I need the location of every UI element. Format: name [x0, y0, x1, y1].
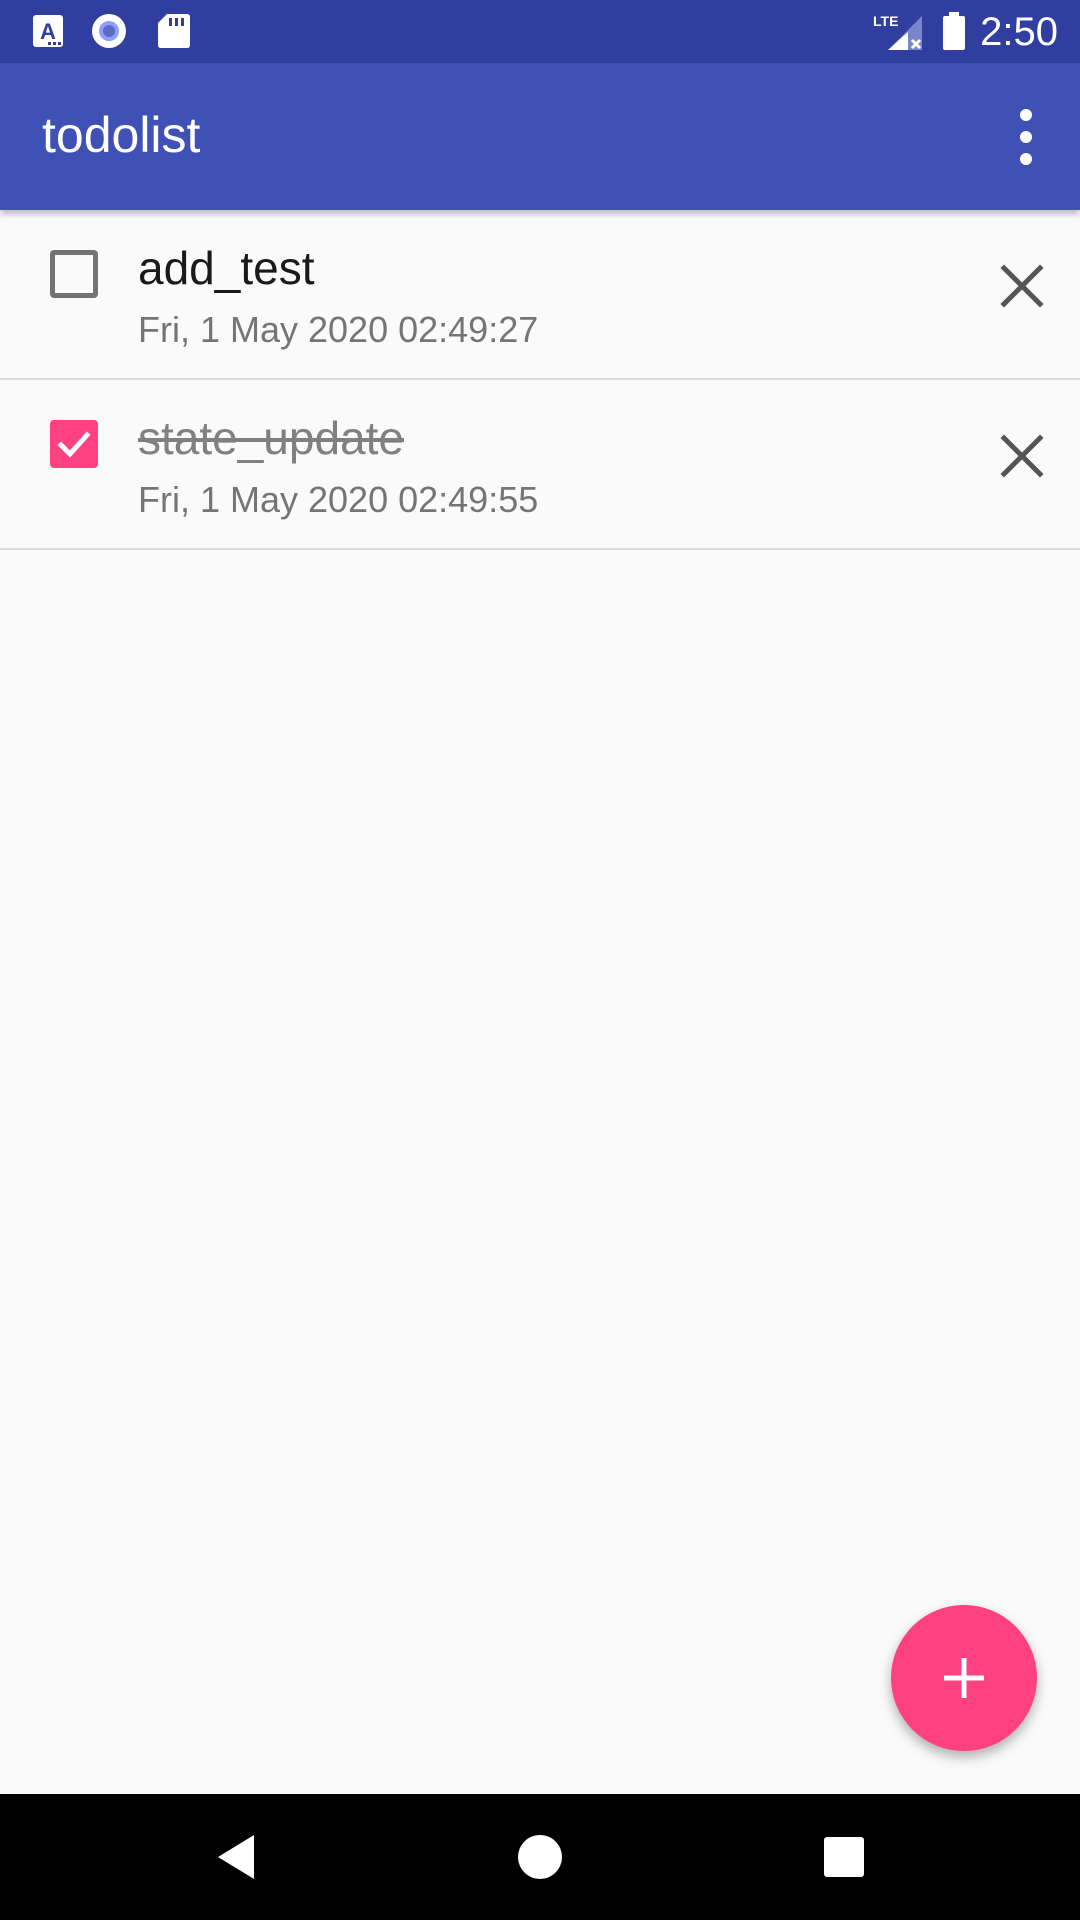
close-icon	[1000, 264, 1044, 308]
battery-icon	[940, 12, 968, 50]
app-bar: todolist	[0, 63, 1080, 210]
recents-button[interactable]	[814, 1827, 874, 1887]
todo-date: Fri, 1 May 2020 02:49:55	[138, 479, 539, 520]
plus-icon	[944, 1658, 984, 1698]
delete-button[interactable]	[986, 250, 1058, 322]
signal-icon: LTE	[872, 12, 924, 50]
recents-icon	[824, 1837, 864, 1877]
todo-checkbox[interactable]	[50, 250, 98, 298]
overflow-menu-button[interactable]	[986, 89, 1066, 185]
screen: A LTE 2:50 todolist add_test Fri, 1 May …	[0, 0, 1080, 1920]
todo-item[interactable]: add_test Fri, 1 May 2020 02:49:27	[0, 210, 1080, 380]
status-bar: A LTE 2:50	[0, 0, 1080, 63]
network-label: LTE	[873, 13, 898, 29]
todo-title: add_test	[138, 242, 315, 294]
todo-date: Fri, 1 May 2020 02:49:27	[138, 309, 539, 350]
todo-item[interactable]: state_update Fri, 1 May 2020 02:49:55	[0, 380, 1080, 550]
sd-card-icon	[155, 12, 193, 50]
check-icon	[57, 431, 91, 458]
todo-checkbox[interactable]	[50, 420, 98, 468]
todo-title: state_update	[138, 412, 405, 464]
close-icon	[1000, 434, 1044, 478]
svg-text:A: A	[40, 19, 56, 44]
app-title: todolist	[42, 107, 201, 163]
status-clock: 2:50	[980, 10, 1058, 54]
font-a-icon: A	[30, 12, 68, 50]
todo-list: add_test Fri, 1 May 2020 02:49:27 state_…	[0, 210, 1080, 550]
circle-record-icon	[90, 12, 128, 50]
back-icon	[218, 1835, 254, 1879]
home-button[interactable]	[510, 1827, 570, 1887]
delete-button[interactable]	[986, 420, 1058, 492]
back-button[interactable]	[206, 1827, 266, 1887]
navigation-bar	[0, 1794, 1080, 1920]
home-icon	[518, 1835, 562, 1879]
add-todo-button[interactable]	[891, 1605, 1037, 1751]
